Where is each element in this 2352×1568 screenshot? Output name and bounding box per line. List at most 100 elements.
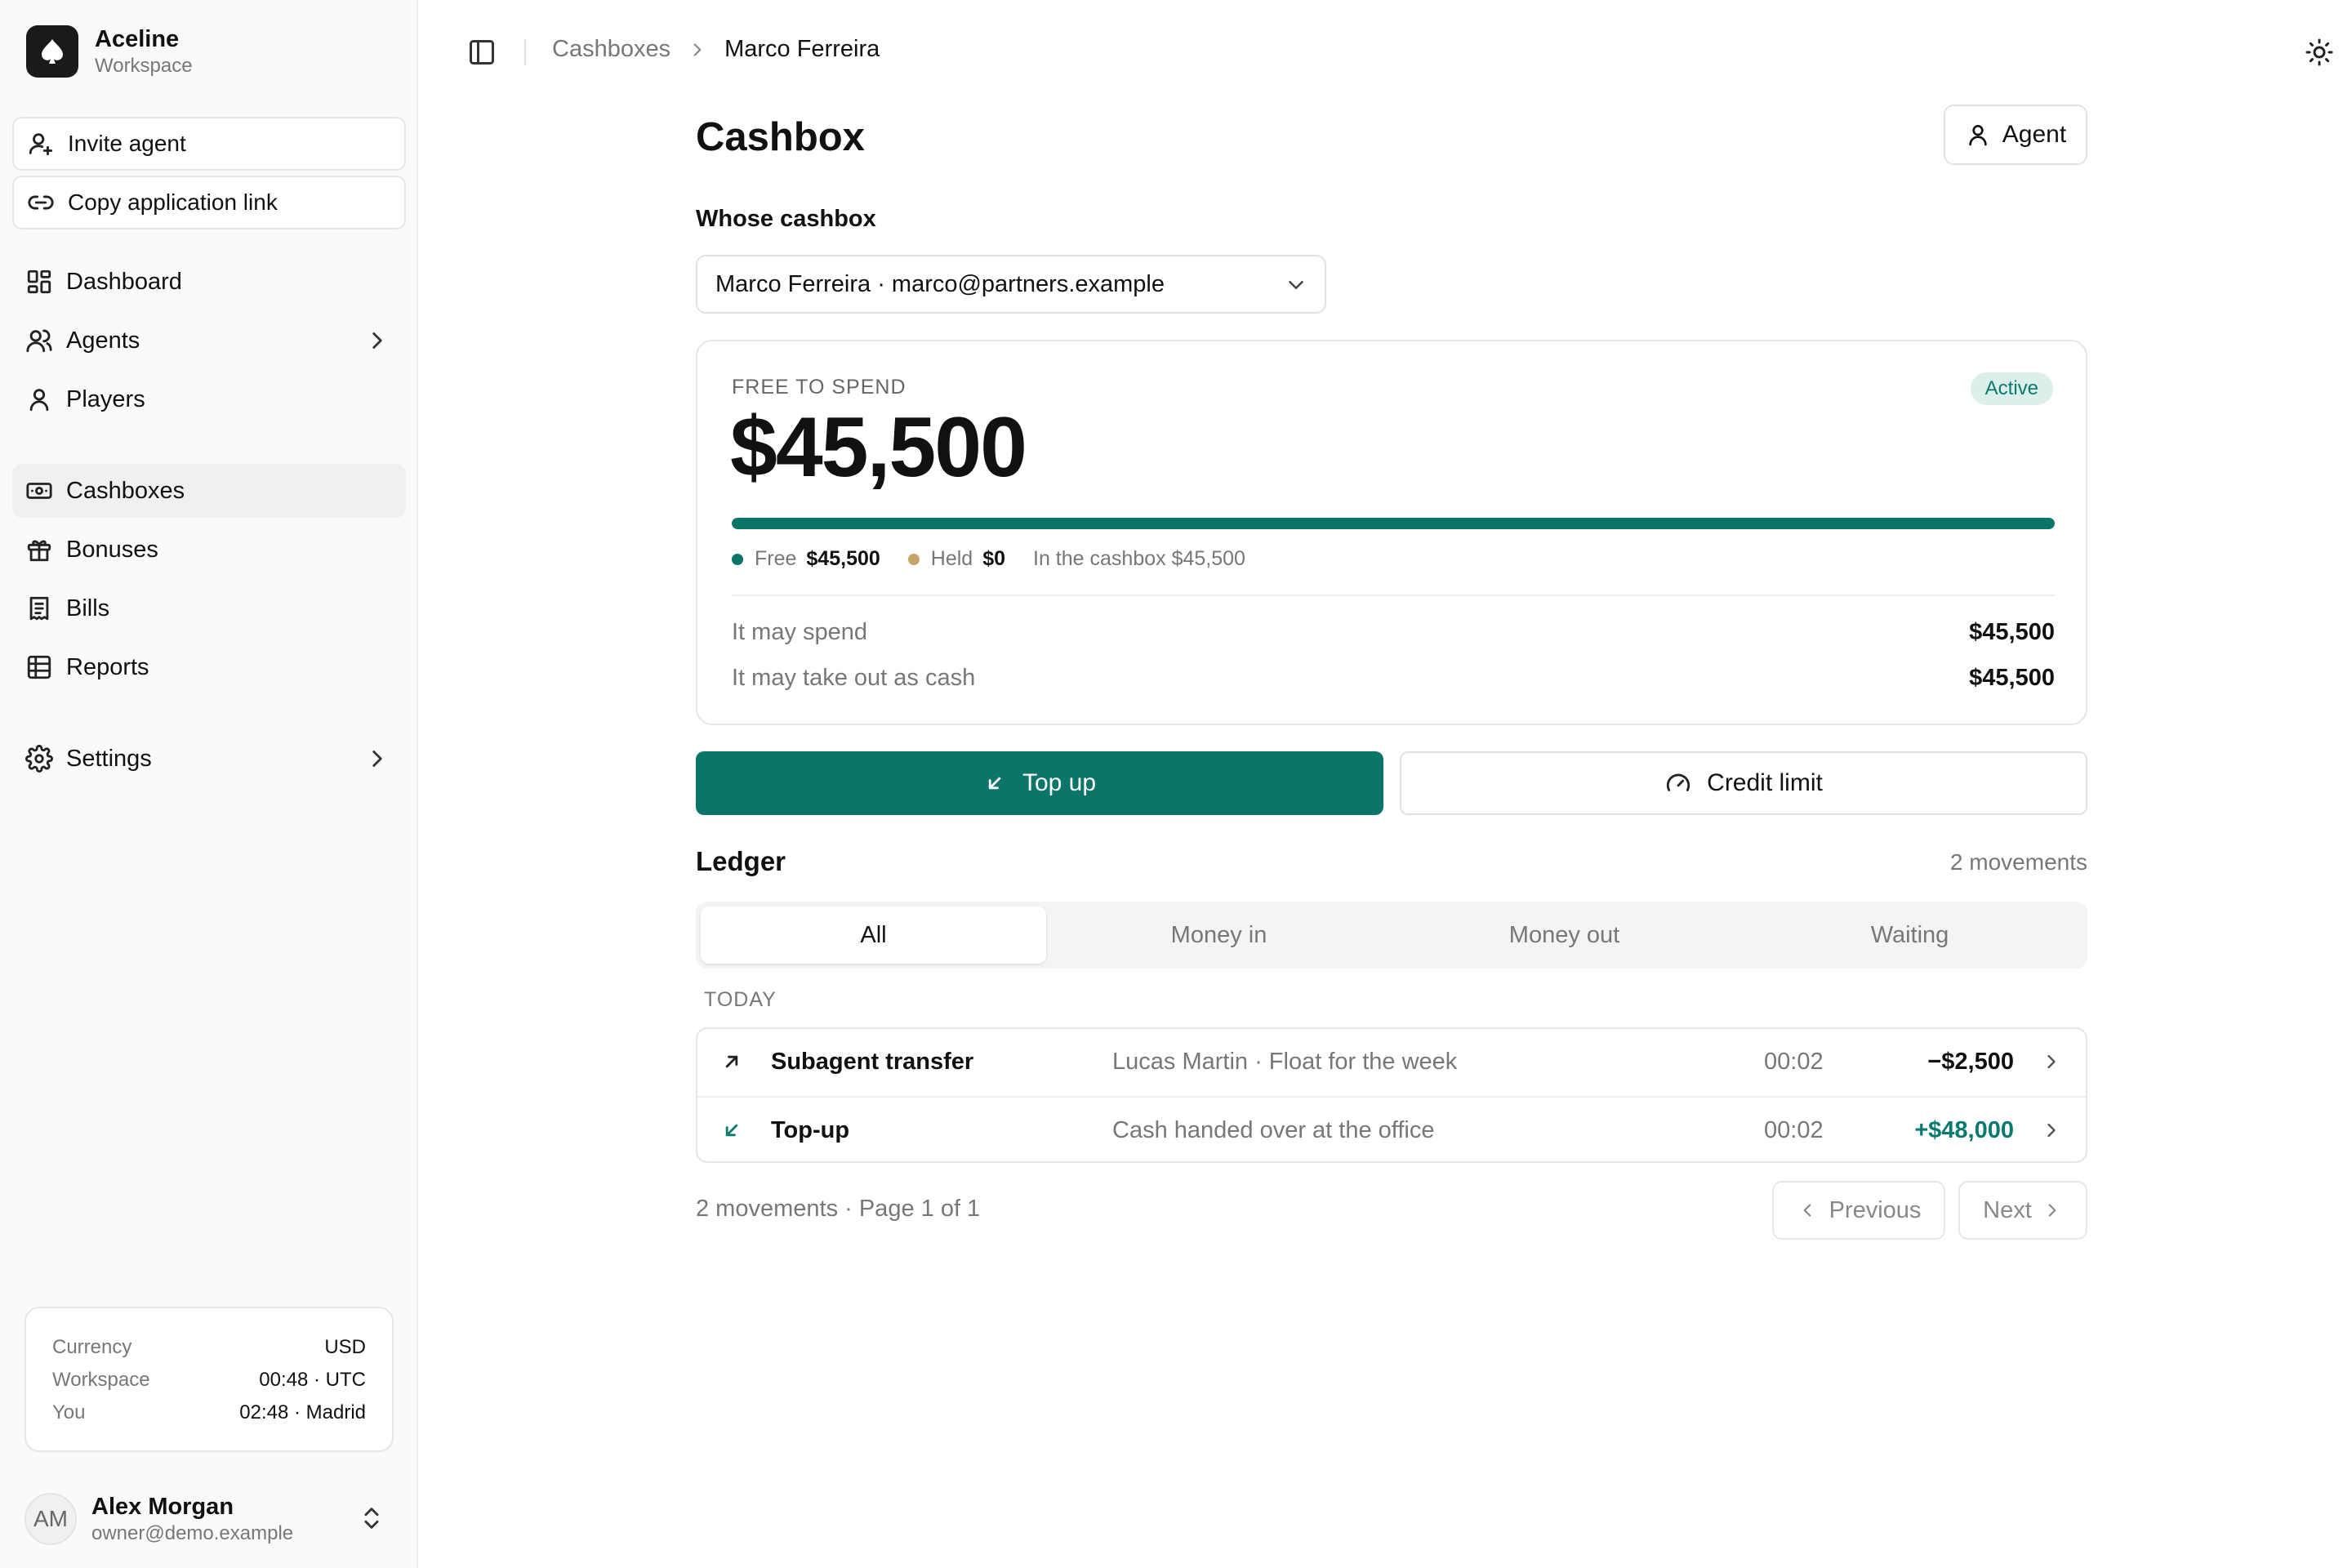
gauge-icon [1664, 769, 1692, 797]
arrow-up-right-icon [720, 1050, 743, 1073]
table-row[interactable]: Subagent transfer Lucas Martin · Float f… [697, 1029, 2086, 1096]
row-label: It may spend [732, 619, 868, 645]
whose-cashbox-select[interactable]: Marco Ferreira · marco@partners.example [696, 255, 1326, 314]
workspace-info-card: Currency USD Workspace 00:48 · UTC You 0… [24, 1307, 394, 1452]
whose-cashbox-label: Whose cashbox [696, 206, 876, 232]
invite-agent-label: Invite agent [68, 131, 186, 156]
sidebar-item-agents[interactable]: Agents [12, 314, 406, 368]
movement-type: Subagent transfer [771, 1049, 974, 1075]
whose-cashbox-value: Marco Ferreira · marco@partners.example [715, 270, 1165, 297]
tab-all[interactable]: All [701, 906, 1046, 964]
free-dot [732, 553, 743, 565]
row-value: $45,500 [1969, 665, 2055, 691]
movement-time: 00:02 [1764, 1049, 1824, 1075]
user-plus-icon [27, 130, 55, 158]
info-label: Currency [52, 1336, 132, 1358]
link-icon [27, 189, 55, 216]
top-up-button[interactable]: Top up [696, 751, 1383, 815]
info-row-local-time: You 02:48 · Madrid [52, 1396, 366, 1429]
sidebar-toggle-icon[interactable] [467, 38, 497, 67]
sidebar-item-settings[interactable]: Settings [12, 732, 406, 786]
legend-free-label: Free [755, 547, 797, 570]
sidebar-item-label: Dashboard [66, 268, 182, 295]
workspace-switcher[interactable]: Aceline Workspace [26, 24, 193, 78]
next-label: Next [1983, 1196, 2032, 1223]
gift-icon [25, 536, 53, 564]
invite-agent-button[interactable]: Invite agent [12, 117, 406, 171]
user-icon [1965, 122, 1991, 148]
receipt-icon [25, 595, 53, 622]
date-group-label: TODAY [704, 988, 777, 1011]
balance-amount: $45,500 [730, 400, 1027, 495]
sidebar-item-label: Bonuses [66, 536, 158, 563]
legend-held-value: $0 [982, 547, 1006, 570]
sun-icon[interactable] [2305, 38, 2334, 67]
movement-type: Top-up [771, 1117, 850, 1143]
row-label: It may take out as cash [732, 665, 976, 691]
dashboard-icon [25, 268, 53, 296]
top-up-label: Top up [1022, 769, 1097, 796]
movement-description: Lucas Martin · Float for the week [1112, 1049, 1458, 1075]
movement-description: Cash handed over at the office [1112, 1117, 1435, 1143]
breadcrumb-cashboxes-link[interactable]: Cashboxes [552, 36, 670, 63]
chevron-right-icon [363, 327, 391, 354]
may-withdraw-row: It may take out as cash $45,500 [732, 665, 2055, 692]
next-page-button[interactable]: Next [1958, 1181, 2087, 1240]
chevron-right-icon [363, 745, 391, 773]
sidebar-item-label: Agents [66, 327, 140, 354]
info-label: Workspace [52, 1369, 150, 1391]
agent-button-label: Agent [2002, 121, 2067, 148]
user-name: Alex Morgan [91, 1494, 234, 1520]
sidebar-item-dashboard[interactable]: Dashboard [12, 255, 406, 309]
table-row[interactable]: Top-up Cash handed over at the office 00… [697, 1096, 2086, 1161]
chevron-right-icon [2040, 1050, 2063, 1073]
sidebar-item-label: Cashboxes [66, 477, 185, 504]
tab-money-in[interactable]: Money in [1046, 906, 1392, 964]
balance-label: FREE TO SPEND [732, 376, 906, 399]
chevron-right-icon [687, 39, 708, 60]
table-icon [25, 653, 53, 681]
balance-card: FREE TO SPEND $45,500 Active Free $45,50… [696, 340, 2087, 725]
legend-held-label: Held [930, 547, 973, 570]
sidebar-item-reports[interactable]: Reports [12, 640, 406, 694]
row-value: $45,500 [1969, 619, 2055, 645]
held-dot [907, 553, 920, 565]
user-icon [25, 385, 53, 413]
spade-logo-icon [26, 25, 78, 78]
sidebar-item-label: Players [66, 385, 145, 412]
avatar: AM [24, 1493, 77, 1545]
sidebar-item-bonuses[interactable]: Bonuses [12, 523, 406, 577]
workspace-subtitle: Workspace [95, 55, 193, 77]
info-row-currency: Currency USD [52, 1331, 366, 1364]
ledger-count: 2 movements [1949, 849, 2087, 875]
previous-label: Previous [1829, 1196, 1922, 1223]
tab-money-out[interactable]: Money out [1392, 906, 1737, 964]
sidebar-item-label: Settings [66, 745, 152, 772]
credit-limit-button[interactable]: Credit limit [1400, 751, 2087, 815]
cash-icon [25, 477, 53, 505]
user-menu[interactable]: AM Alex Morgan owner@demo.example [24, 1486, 394, 1552]
sidebar-item-bills[interactable]: Bills [12, 581, 406, 635]
status-badge: Active [1970, 372, 2053, 405]
chevron-right-icon [2042, 1200, 2063, 1221]
sidebar-item-label: Bills [66, 595, 110, 621]
previous-page-button[interactable]: Previous [1772, 1181, 1945, 1240]
arrow-down-left-icon [720, 1119, 743, 1142]
arrow-down-left-icon [983, 772, 1006, 795]
divider [524, 39, 526, 65]
gear-icon [25, 745, 53, 773]
sidebar-item-cashboxes[interactable]: Cashboxes [12, 464, 406, 518]
divider [732, 595, 2055, 596]
movement-amount: −$2,500 [1927, 1049, 2014, 1075]
agent-button[interactable]: Agent [1944, 105, 2087, 165]
legend-free-value: $45,500 [806, 547, 880, 570]
user-email: owner@demo.example [91, 1522, 294, 1544]
copy-application-link-button[interactable]: Copy application link [12, 176, 406, 229]
info-label: You [52, 1401, 86, 1423]
info-value: 02:48 · Madrid [239, 1401, 366, 1423]
balance-legend: Free $45,500 Held $0 In the cashbox $45,… [732, 547, 1255, 571]
sidebar-item-players[interactable]: Players [12, 372, 406, 426]
breadcrumb-current: Marco Ferreira [724, 36, 880, 62]
tab-waiting[interactable]: Waiting [1737, 906, 2082, 964]
sidebar: Aceline Workspace Invite agent Copy appl… [0, 0, 418, 1568]
